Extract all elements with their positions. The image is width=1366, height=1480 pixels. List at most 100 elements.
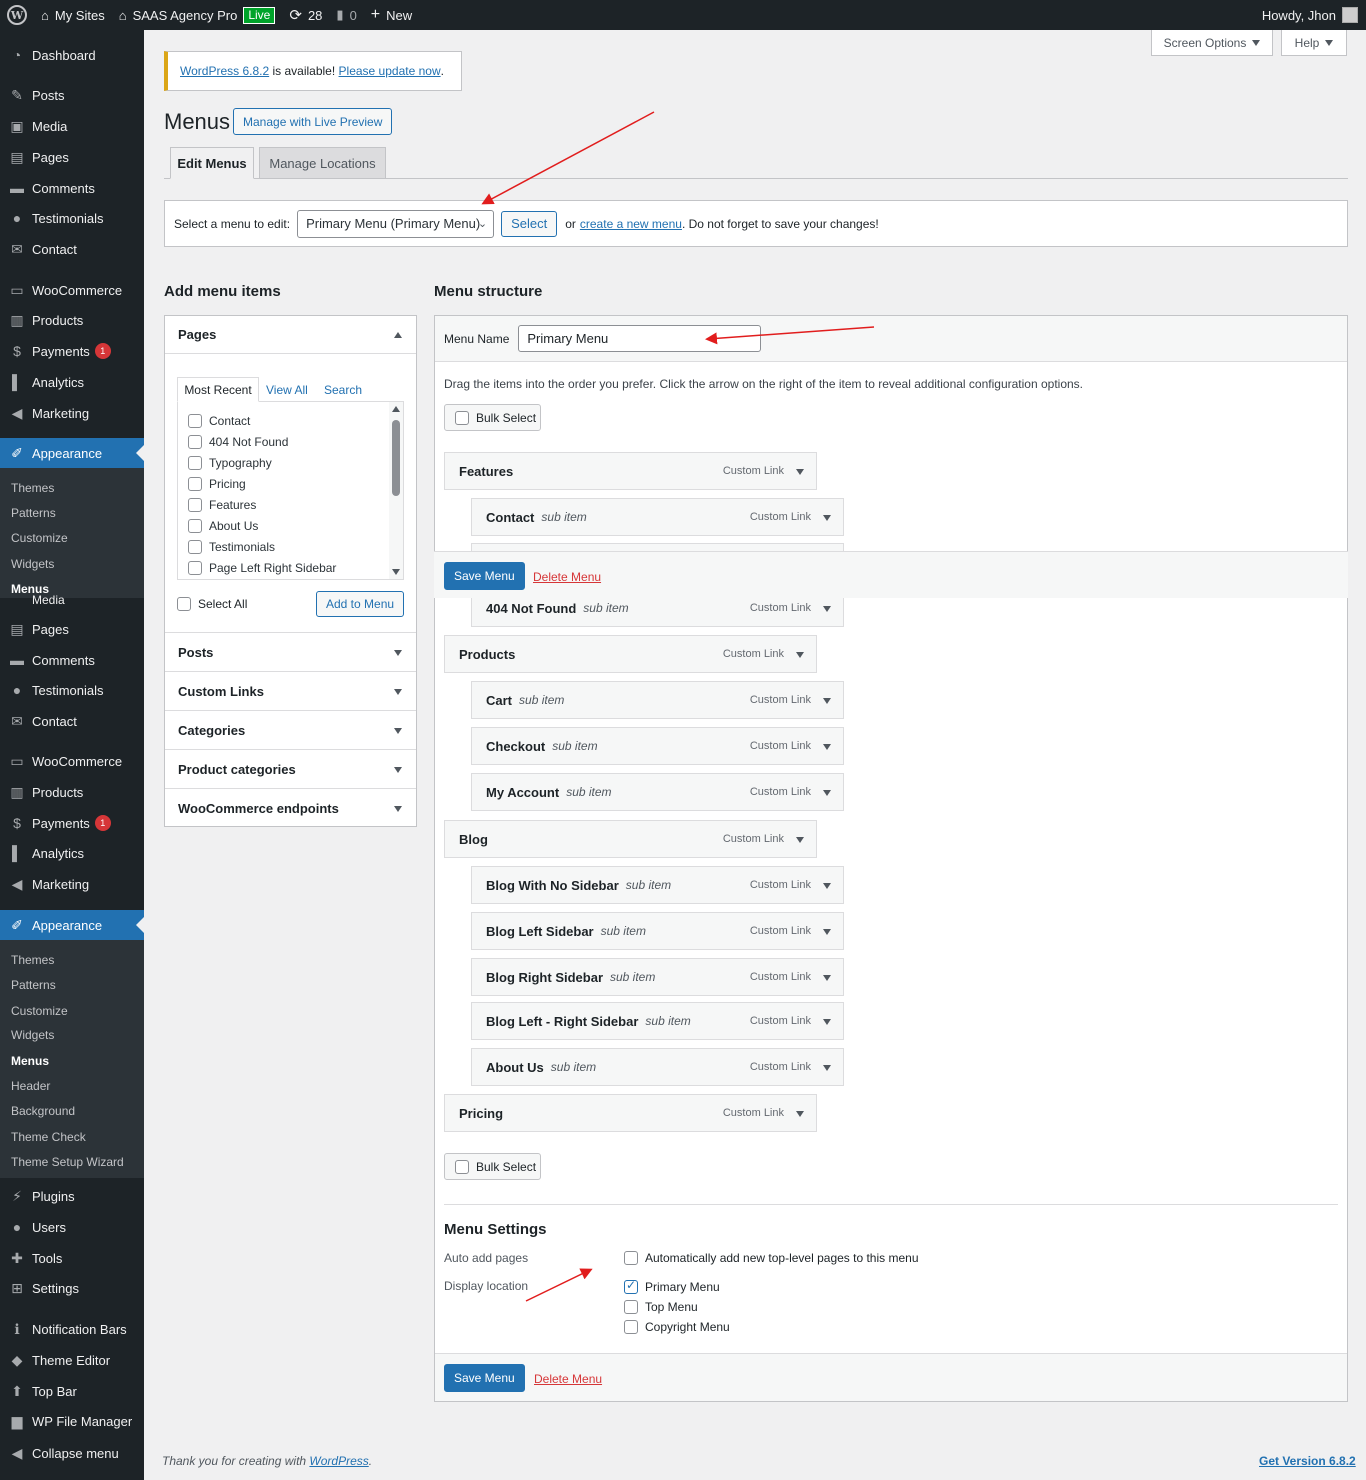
menu-item[interactable]: Blog Left Sidebar sub item Custom Link: [471, 912, 844, 950]
location-option[interactable]: Top Menu: [624, 1300, 698, 1314]
caret-down-icon[interactable]: [796, 469, 804, 475]
sidebar-item-collapse-menu[interactable]: ◀ Collapse menu: [0, 1438, 144, 1468]
sidebar-item-wp-file-manager[interactable]: ▆ WP File Manager: [0, 1406, 144, 1436]
menu-item[interactable]: Contact sub item Custom Link: [471, 498, 844, 536]
wordpress-version-link[interactable]: WordPress 6.8.2: [180, 64, 269, 78]
sidebar-item-comments[interactable]: ▬ Comments: [0, 645, 144, 675]
location-checkbox[interactable]: [624, 1278, 638, 1294]
menu-name-input[interactable]: Primary Menu: [518, 325, 762, 352]
menu-item[interactable]: Products Custom Link: [444, 635, 817, 673]
save-menu-button[interactable]: Save Menu: [444, 562, 525, 590]
sidebar-item-analytics[interactable]: ▌ Analytics: [0, 367, 144, 397]
sidebar-item-settings[interactable]: ⊞ Settings: [0, 1273, 144, 1303]
menu-item[interactable]: Pricing Custom Link: [444, 1094, 817, 1132]
sidebar-item-testimonials[interactable]: ● Testimonials: [0, 675, 144, 705]
save-menu-button[interactable]: Save Menu: [444, 1364, 525, 1392]
sidebar-item-products[interactable]: ▥ Products: [0, 305, 144, 335]
page-option[interactable]: Pricing: [188, 477, 246, 491]
menu-select[interactable]: Primary Menu (Primary Menu) ⌄: [297, 209, 495, 238]
sidebar-item-dashboard[interactable]: ◔ Dashboard: [0, 40, 144, 70]
bulk-select-bottom[interactable]: Bulk Select: [444, 1153, 541, 1180]
caret-down-icon[interactable]: [823, 744, 831, 750]
screen-options-button[interactable]: Screen Options: [1151, 30, 1273, 56]
scroll-thumb[interactable]: [392, 420, 400, 496]
wp-logo-menu[interactable]: W: [0, 0, 34, 30]
page-checkbox[interactable]: [188, 414, 202, 428]
sidebar-item-contact[interactable]: ✉ Contact: [0, 706, 144, 736]
location-checkbox[interactable]: [624, 1300, 638, 1314]
caret-down-icon[interactable]: [823, 883, 831, 889]
sidebar-item-comments[interactable]: ▬ Comments: [0, 173, 144, 203]
caret-down-icon[interactable]: [823, 929, 831, 935]
page-checkbox[interactable]: [188, 561, 202, 575]
submenu-item[interactable]: Themes: [11, 950, 54, 970]
page-option[interactable]: Features: [188, 498, 256, 512]
menu-item[interactable]: Cart sub item Custom Link: [471, 681, 844, 719]
sidebar-item-products[interactable]: ▥ Products: [0, 777, 144, 807]
tab-edit-menus[interactable]: Edit Menus: [170, 147, 254, 179]
location-checkbox[interactable]: [624, 1320, 638, 1334]
delete-menu-link[interactable]: Delete Menu: [534, 1372, 602, 1386]
page-option[interactable]: Typography: [188, 456, 272, 470]
scroll-up-arrow[interactable]: [392, 406, 400, 412]
submenu-item[interactable]: Menus: [11, 1051, 49, 1071]
pages-section-header[interactable]: Pages: [165, 316, 416, 354]
page-checkbox[interactable]: [188, 456, 202, 470]
submenu-item[interactable]: Customize: [11, 1001, 68, 1021]
sidebar-item-appearance[interactable]: ✐ Appearance: [0, 438, 144, 468]
submenu-item[interactable]: Widgets: [11, 1025, 54, 1045]
submenu-item[interactable]: Background: [11, 1101, 75, 1121]
sidebar-item-payments[interactable]: $ Payments 1: [0, 336, 144, 366]
sidebar-item-media[interactable]: ▣ Media: [0, 111, 144, 141]
page-option[interactable]: Contact: [188, 414, 250, 428]
sidebar-item-contact[interactable]: ✉ Contact: [0, 234, 144, 264]
menu-item[interactable]: Blog Custom Link: [444, 820, 817, 858]
caret-down-icon[interactable]: [823, 1019, 831, 1025]
create-new-menu-link[interactable]: create a new menu: [580, 217, 682, 231]
caret-down-icon[interactable]: [796, 1111, 804, 1117]
location-option[interactable]: Copyright Menu: [624, 1320, 730, 1334]
sidebar-item-appearance[interactable]: ✐ Appearance: [0, 910, 144, 940]
auto-add-checkbox[interactable]: [624, 1251, 638, 1265]
accordion-categories[interactable]: Categories: [165, 710, 416, 749]
delete-menu-link[interactable]: Delete Menu: [533, 570, 601, 584]
sidebar-item-marketing[interactable]: ◀ Marketing: [0, 398, 144, 428]
site-name-menu[interactable]: ⌂ SAAS Agency Pro Live: [112, 0, 283, 30]
submenu-item[interactable]: Patterns: [11, 975, 56, 995]
page-tab-view-all[interactable]: View All: [266, 383, 308, 397]
sidebar-item-plugins[interactable]: ⚡ Plugins: [0, 1181, 144, 1211]
accordion-custom-links[interactable]: Custom Links: [165, 671, 416, 710]
new-content-menu[interactable]: + New: [364, 0, 419, 30]
menu-item[interactable]: My Account sub item Custom Link: [471, 773, 844, 811]
add-to-menu-button[interactable]: Add to Menu: [316, 591, 405, 617]
caret-down-icon[interactable]: [796, 652, 804, 658]
menu-item[interactable]: Features Custom Link: [444, 452, 817, 490]
get-version-link[interactable]: Get Version 6.8.2: [1259, 1454, 1356, 1468]
sidebar-item-pages[interactable]: ▤ Pages: [0, 614, 144, 644]
account-menu[interactable]: Howdy, Jhon: [1262, 7, 1366, 23]
update-now-link[interactable]: Please update now: [339, 64, 441, 78]
my-sites-menu[interactable]: ⌂ My Sites: [34, 0, 112, 30]
submenu-item[interactable]: Widgets: [11, 554, 54, 574]
bulk-select-top[interactable]: Bulk Select: [444, 404, 541, 431]
sidebar-item-testimonials[interactable]: ● Testimonials: [0, 203, 144, 233]
live-preview-button[interactable]: Manage with Live Preview: [233, 108, 393, 135]
page-checkbox[interactable]: [188, 498, 202, 512]
page-option[interactable]: 404 Not Found: [188, 435, 288, 449]
location-option[interactable]: Primary Menu: [624, 1278, 720, 1294]
help-button[interactable]: Help: [1281, 30, 1347, 56]
sidebar-item-woocommerce[interactable]: ▭ WooCommerce: [0, 275, 144, 305]
bulk-select-checkbox[interactable]: [455, 1159, 469, 1174]
submenu-item[interactable]: Theme Setup Wizard: [11, 1152, 124, 1172]
menu-item[interactable]: About Us sub item Custom Link: [471, 1048, 844, 1086]
accordion-product-categories[interactable]: Product categories: [165, 749, 416, 788]
submenu-item[interactable]: Customize: [11, 528, 68, 548]
menu-item[interactable]: Checkout sub item Custom Link: [471, 727, 844, 765]
bulk-select-checkbox[interactable]: [455, 410, 469, 425]
page-checkbox[interactable]: [188, 435, 202, 449]
page-checkbox[interactable]: [188, 477, 202, 491]
menu-item[interactable]: Blog Right Sidebar sub item Custom Link: [471, 958, 844, 996]
sidebar-item-top-bar[interactable]: ⬆ Top Bar: [0, 1376, 144, 1406]
page-option[interactable]: About Us: [188, 519, 258, 533]
caret-down-icon[interactable]: [823, 975, 831, 981]
